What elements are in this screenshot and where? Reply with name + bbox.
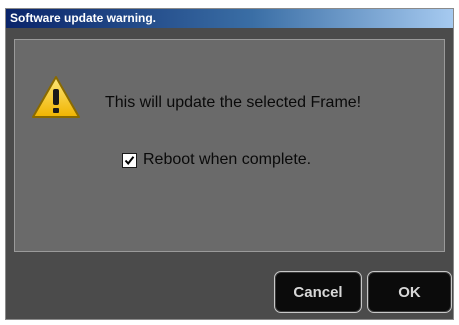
title-bar[interactable]: Software update warning.: [6, 9, 453, 28]
message-panel: This will update the selected Frame! Reb…: [14, 39, 445, 252]
checkmark-icon: [124, 155, 135, 165]
window-title: Software update warning.: [10, 11, 157, 25]
reboot-checkbox[interactable]: [122, 152, 137, 168]
reboot-option[interactable]: Reboot when complete.: [122, 150, 311, 170]
software-update-warning-dialog: Software update warning. This will updat…: [5, 8, 454, 320]
reboot-checkbox-label: Reboot when complete.: [143, 151, 312, 168]
warning-message: This will update the selected Frame!: [105, 94, 362, 111]
warning-icon: [30, 74, 82, 120]
ok-button[interactable]: OK: [367, 271, 452, 313]
cancel-button[interactable]: Cancel: [274, 271, 362, 313]
